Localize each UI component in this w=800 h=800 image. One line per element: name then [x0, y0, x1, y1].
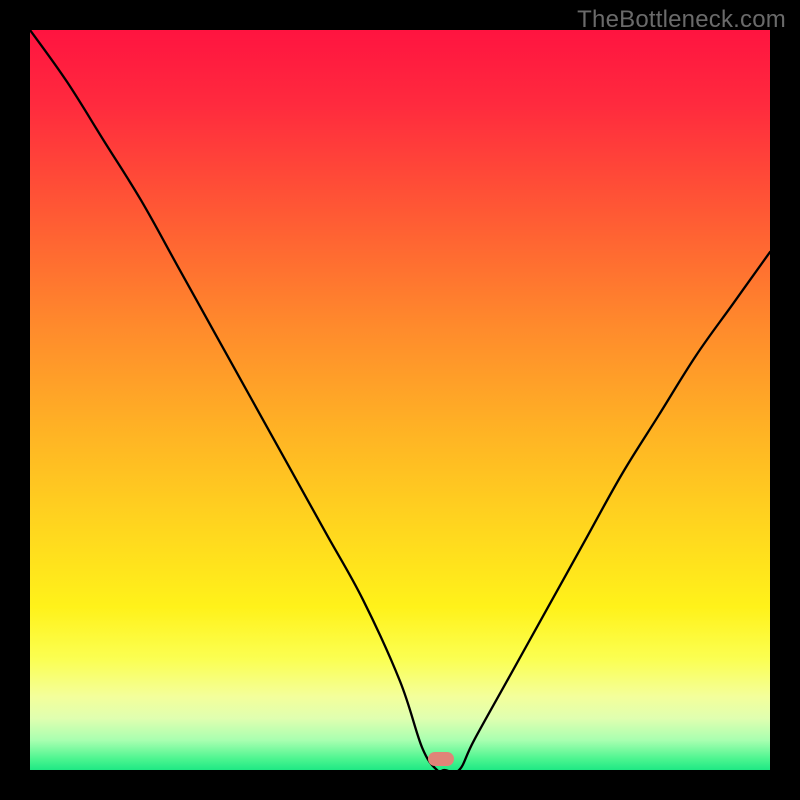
- chart-frame: TheBottleneck.com: [0, 0, 800, 800]
- gradient-background: [30, 30, 770, 770]
- plot-area: [30, 30, 770, 770]
- optimal-marker: [428, 752, 454, 766]
- plot-svg: [30, 30, 770, 770]
